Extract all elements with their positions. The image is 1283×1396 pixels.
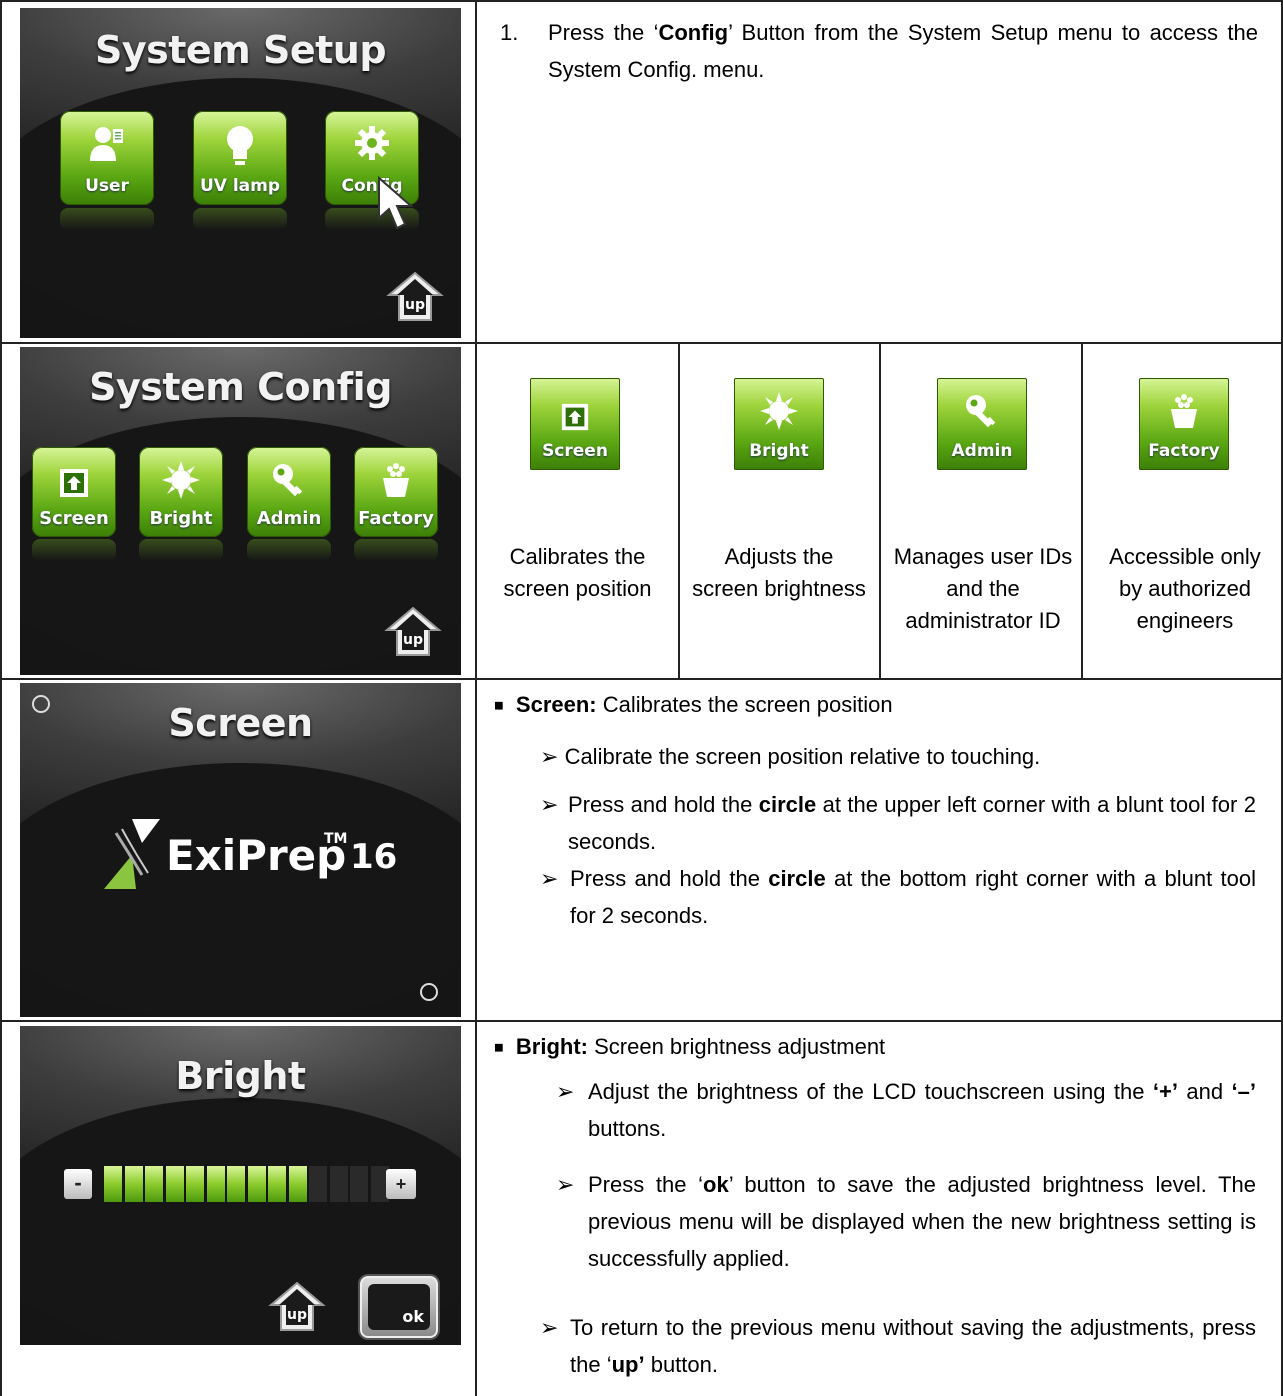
bright-button[interactable]: Bright xyxy=(139,447,223,537)
bright-bullet-3: To return to the previous menu without s… xyxy=(570,1315,1256,1377)
factory-button[interactable]: Factory xyxy=(354,447,438,537)
screen-title: Screen xyxy=(168,701,313,745)
system-config-screen: System Config Screen Bright Admin Factor… xyxy=(20,347,461,675)
brightness-segment-on xyxy=(247,1166,266,1202)
button-label: Screen xyxy=(39,508,109,529)
bright-bullet-1: Adjust the brightness of the LCD touchsc… xyxy=(588,1079,1256,1141)
up-button[interactable]: up xyxy=(384,605,442,659)
logo-number: 16 xyxy=(350,837,398,877)
exiprep-logo: ExiPrep TM 16 xyxy=(102,813,402,893)
ok-label: ok xyxy=(402,1307,424,1326)
brightness-segment-on xyxy=(288,1166,307,1202)
key-icon xyxy=(247,461,331,505)
step-instruction: Press the ‘Config’ Button from the Syste… xyxy=(548,20,1258,82)
row-divider xyxy=(0,342,1283,344)
row-divider xyxy=(0,1020,1283,1022)
system-setup-screen: System Setup User UV lamp Config up xyxy=(20,8,461,338)
bright-bullet-2: Press the ‘ok’ button to save the adjust… xyxy=(588,1172,1256,1271)
cell-description: Calibrates the screen position xyxy=(503,544,652,601)
admin-cell-icon: Admin xyxy=(937,378,1027,470)
bright-bullet-1-arrow: ➢ xyxy=(556,1079,575,1104)
sun-icon xyxy=(139,461,223,505)
brightness-segment-off xyxy=(309,1166,327,1202)
brightness-segment-on xyxy=(165,1166,184,1202)
button-label: User xyxy=(85,176,129,196)
brightness-segment-off xyxy=(329,1166,348,1202)
brightness-segment-on xyxy=(268,1166,286,1202)
calibration-circle-bottom-right[interactable] xyxy=(420,983,438,1001)
brightness-segment-on xyxy=(124,1166,143,1202)
screen-title: Bright xyxy=(175,1054,306,1098)
row-divider xyxy=(0,678,1283,680)
user-button[interactable]: User xyxy=(60,111,154,205)
brightness-segment-on xyxy=(104,1166,122,1202)
factory-icon xyxy=(1139,392,1229,436)
column-divider xyxy=(475,0,477,1396)
up-button[interactable]: up xyxy=(268,1280,326,1334)
uv-lamp-button[interactable]: UV lamp xyxy=(193,111,287,205)
screen-bullet-1: ➢ Calibrate the screen position relative… xyxy=(540,744,1041,769)
admin-button[interactable]: Admin xyxy=(247,447,331,537)
step-number: 1. xyxy=(500,20,519,45)
screen-bullet-3: Press and hold the circle at the bottom … xyxy=(570,866,1256,928)
screen-button[interactable]: Screen xyxy=(32,447,116,537)
lightbulb-icon xyxy=(193,123,287,173)
button-label: UV lamp xyxy=(199,176,281,196)
screen-title: System Setup xyxy=(94,28,387,72)
screen-title: System Config xyxy=(89,365,392,409)
gear-icon xyxy=(325,123,419,169)
bright-bullet-2-arrow: ➢ xyxy=(556,1172,575,1197)
user-icon xyxy=(60,123,154,169)
cell-icon-label: Admin xyxy=(951,441,1013,461)
brightness-bar[interactable] xyxy=(104,1166,390,1202)
screen-calibration-screen: Screen ExiPrep TM 16 xyxy=(20,683,461,1017)
brightness-segment-off xyxy=(350,1166,368,1202)
minus-button[interactable]: - xyxy=(64,1169,92,1199)
bright-screen: Bright - + up ok xyxy=(20,1026,461,1345)
brightness-segment-on xyxy=(206,1166,225,1202)
sun-icon xyxy=(734,392,824,436)
cell-icon-label: Factory xyxy=(1148,441,1220,461)
button-label: Admin xyxy=(256,508,322,529)
screen-heading: ■ Screen: Calibrates the screen position xyxy=(494,692,893,717)
up-label: up xyxy=(403,632,423,648)
cell-icon-label: Screen xyxy=(542,441,608,461)
factory-icon xyxy=(354,461,438,505)
logo-tm: TM xyxy=(324,831,348,847)
cell-icon-label: Bright xyxy=(749,441,809,461)
ok-button[interactable]: ok xyxy=(360,1276,438,1338)
up-label: up xyxy=(405,297,425,313)
brightness-segment-on xyxy=(227,1166,245,1202)
cursor-icon xyxy=(375,175,415,241)
key-icon xyxy=(937,392,1027,436)
cell-description: Accessible only by authorized engineers xyxy=(1109,544,1261,633)
screen-cell-icon: Screen xyxy=(530,378,620,470)
plus-button[interactable]: + xyxy=(386,1169,416,1199)
bright-bullet-3-arrow: ➢ xyxy=(540,1315,559,1340)
screen-bullet-2: Press and hold the circle at the upper l… xyxy=(568,792,1256,854)
table-border-left xyxy=(0,0,2,1396)
screen-icon xyxy=(32,467,116,505)
screen-bullet-2-arrow: ➢ xyxy=(540,792,559,817)
brightness-segment-on xyxy=(145,1166,163,1202)
button-label: Factory xyxy=(358,508,434,529)
button-label: Bright xyxy=(149,508,213,529)
cell-divider xyxy=(678,342,680,678)
factory-cell-icon: Factory xyxy=(1139,378,1229,470)
up-button[interactable]: up xyxy=(386,270,444,324)
screen-icon xyxy=(530,402,620,438)
bright-cell-icon: Bright xyxy=(734,378,824,470)
cell-description: Adjusts the screen brightness xyxy=(692,544,866,601)
cell-divider xyxy=(1081,342,1083,678)
table-border-top xyxy=(0,0,1283,2)
brightness-segment-on xyxy=(186,1166,204,1202)
up-label: up xyxy=(287,1307,307,1323)
bright-heading: ■ Bright: Screen brightness adjustment xyxy=(494,1034,886,1059)
cell-divider xyxy=(879,342,881,678)
logo-text: ExiPrep xyxy=(166,831,347,880)
cell-description: Manages user IDs and the administrator I… xyxy=(893,544,1073,633)
screen-bullet-3-arrow: ➢ xyxy=(540,866,559,891)
